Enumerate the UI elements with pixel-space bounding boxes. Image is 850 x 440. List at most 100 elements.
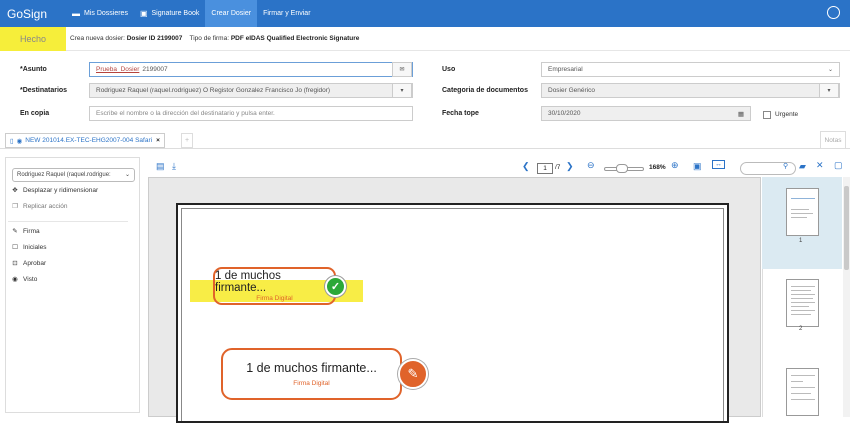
- calendar-icon[interactable]: ▦: [738, 110, 744, 118]
- user-icon[interactable]: [827, 6, 840, 19]
- zoom-slider-handle[interactable]: [616, 164, 628, 173]
- destinatarios-label: *Destinatarios: [20, 87, 68, 94]
- move-icon: ✥: [12, 187, 18, 194]
- chevron-down-icon[interactable]: ▾: [392, 83, 412, 98]
- status-badge: Hecho: [0, 26, 66, 51]
- tool-label: Iniciales: [23, 243, 47, 251]
- replicate-icon: ❐: [12, 203, 18, 210]
- logo-text: Go: [7, 6, 24, 21]
- logo-sub: Sign: [23, 6, 48, 21]
- signature-field-sub: Firma Digital: [256, 295, 293, 302]
- document-icon: ▯: [10, 137, 14, 145]
- close-icon[interactable]: ×: [156, 137, 160, 144]
- signature-type-label: Tipo de firma:: [189, 35, 230, 42]
- nav-crear-dosier[interactable]: Crear Dosier: [205, 0, 258, 27]
- nav-label: Signature Book: [151, 10, 200, 17]
- encopia-placeholder: Escribe el nombre o la dirección del des…: [96, 110, 275, 117]
- signature-field-title: 1 de muchos firmante...: [246, 361, 377, 375]
- signature-type-value: PDF eIDAS Qualified Electronic Signature: [230, 35, 360, 42]
- chevron-down-icon[interactable]: ▾: [819, 83, 839, 98]
- encopia-input[interactable]: Escribe el nombre o la dirección del des…: [89, 106, 413, 121]
- divider: [8, 221, 128, 222]
- page-thumbnail[interactable]: [786, 368, 819, 416]
- app-logo[interactable]: GoSign: [0, 7, 66, 21]
- tool-label: Desplazar y ridimensionar: [23, 186, 99, 194]
- tool-label: Aprobar: [23, 259, 47, 267]
- add-tab-button[interactable]: +: [181, 133, 193, 148]
- tab-document-label: NEW 201014.EX-TEC-EHG2007-004 Safari: [25, 137, 153, 144]
- categoria-field[interactable]: Dosier Genérico ▾: [541, 83, 840, 98]
- fit-width-icon[interactable]: ↔: [712, 160, 725, 169]
- asunto-rest: 2199007: [142, 66, 168, 73]
- folder-icon: ▬: [72, 9, 80, 18]
- initials-icon: ☐: [12, 244, 18, 251]
- page-total: /7: [555, 164, 561, 171]
- print-icon[interactable]: ▰: [799, 161, 806, 172]
- page-thumbnail[interactable]: [786, 188, 819, 236]
- page-thumbnail[interactable]: [786, 279, 819, 327]
- urgente-label: Urgente: [775, 111, 799, 118]
- save-doc-icon[interactable]: ▤: [156, 161, 165, 172]
- search-icon[interactable]: ⚲: [783, 162, 788, 170]
- chevron-down-icon: ⌄: [124, 172, 130, 178]
- nav-label: Crear Dosier: [211, 10, 252, 17]
- status-text: Crea nueva dosier: Dosier ID 2199007 Tip…: [70, 35, 359, 42]
- asunto-label: *Asunto: [20, 66, 47, 73]
- nav-mis-dossieres[interactable]: ▬ Mis Dossieres: [66, 0, 134, 27]
- eye-icon: ◉: [12, 276, 18, 283]
- signature-field-signed[interactable]: 1 de muchos firmante... Firma Digital: [213, 267, 336, 305]
- zoom-level: 168%: [649, 164, 666, 171]
- scrollbar-thumb[interactable]: [844, 186, 849, 270]
- pen-icon: ✎: [12, 228, 18, 235]
- tool-replicate[interactable]: ❐ Replicar acción: [11, 202, 68, 211]
- signer-select[interactable]: Rodriguez Raquel (raquel.rodrigue: ⌄: [12, 168, 135, 182]
- sidebar-toggle-icon[interactable]: ▢: [834, 160, 843, 171]
- fecha-value: 30/10/2020: [548, 110, 581, 117]
- tool-firma[interactable]: ✎ Firma: [11, 227, 39, 236]
- zoom-in-icon[interactable]: ⊕: [671, 160, 679, 171]
- signature-field-pending[interactable]: 1 de muchos firmante... Firma Digital: [221, 348, 402, 400]
- thumbnail-number: 2: [799, 326, 803, 332]
- signer-value: Rodriguez Raquel (raquel.rodrigue:: [17, 172, 111, 178]
- categoria-label: Categoria de documentos: [442, 87, 528, 94]
- nav-signature-book[interactable]: ▣ Signature Book: [134, 0, 205, 27]
- envelope-icon[interactable]: ✉: [392, 62, 412, 77]
- destinatarios-field[interactable]: Rodriguez Raquel (raquel.rodriguez) O Re…: [89, 83, 413, 98]
- asunto-input[interactable]: Prueba_Dosier 2199007 ✉: [89, 62, 413, 77]
- categoria-value: Dosier Genérico: [548, 87, 595, 94]
- tool-label: Visto: [23, 275, 38, 283]
- signature-field-sub: Firma Digital: [293, 380, 330, 387]
- tool-visto[interactable]: ◉ Visto: [11, 275, 38, 284]
- nav-firmar-enviar[interactable]: Firmar y Enviar: [257, 0, 316, 27]
- notas-button[interactable]: Notas: [820, 131, 846, 149]
- chevron-down-icon: ⌄: [827, 67, 833, 73]
- book-icon: ▣: [139, 9, 148, 18]
- next-page-icon[interactable]: ❯: [566, 161, 574, 172]
- tab-document[interactable]: ▯ ◉ NEW 201014.EX-TEC-EHG2007-004 Safari…: [5, 133, 165, 148]
- fit-page-icon[interactable]: ▣: [693, 161, 702, 172]
- pen-icon[interactable]: ✎: [398, 359, 428, 389]
- status-bar: Hecho Crea nueva dosier: Dosier ID 21990…: [0, 26, 850, 51]
- zoom-out-icon[interactable]: ⊖: [587, 160, 595, 171]
- fullscreen-icon[interactable]: ✕: [816, 160, 824, 171]
- status-prefix: Crea nueva dosier:: [70, 35, 125, 42]
- thumbnail-number: 1: [799, 238, 803, 244]
- tool-aprobar[interactable]: ⊡ Aprobar: [11, 259, 47, 268]
- uso-label: Uso: [442, 66, 456, 73]
- tools-panel: Rodriguez Raquel (raquel.rodrigue: ⌄: [5, 157, 140, 413]
- tool-iniciales[interactable]: ☐ Iniciales: [11, 243, 47, 252]
- signature-field-title: 1 de muchos firmante...: [215, 270, 281, 294]
- tool-label: Replicar acción: [23, 202, 68, 210]
- download-icon[interactable]: ⤓: [172, 161, 176, 172]
- prev-page-icon[interactable]: ❮: [522, 161, 530, 172]
- dossier-id: Dosier ID 2199007: [126, 35, 183, 42]
- page-input[interactable]: 1: [537, 163, 553, 174]
- encopia-label: En copia: [20, 110, 50, 117]
- uso-select[interactable]: Empresarial ⌄: [541, 62, 840, 77]
- tool-move[interactable]: ✥ Desplazar y ridimensionar: [11, 186, 99, 195]
- fecha-input[interactable]: 30/10/2020 ▦: [541, 106, 751, 121]
- urgente-checkbox[interactable]: [763, 111, 771, 119]
- top-nav: GoSign ▬ Mis Dossieres ▣ Signature Book Cr…: [0, 0, 850, 27]
- asunto-link: Prueba_Dosier: [96, 66, 140, 73]
- approve-icon: ⊡: [12, 260, 18, 267]
